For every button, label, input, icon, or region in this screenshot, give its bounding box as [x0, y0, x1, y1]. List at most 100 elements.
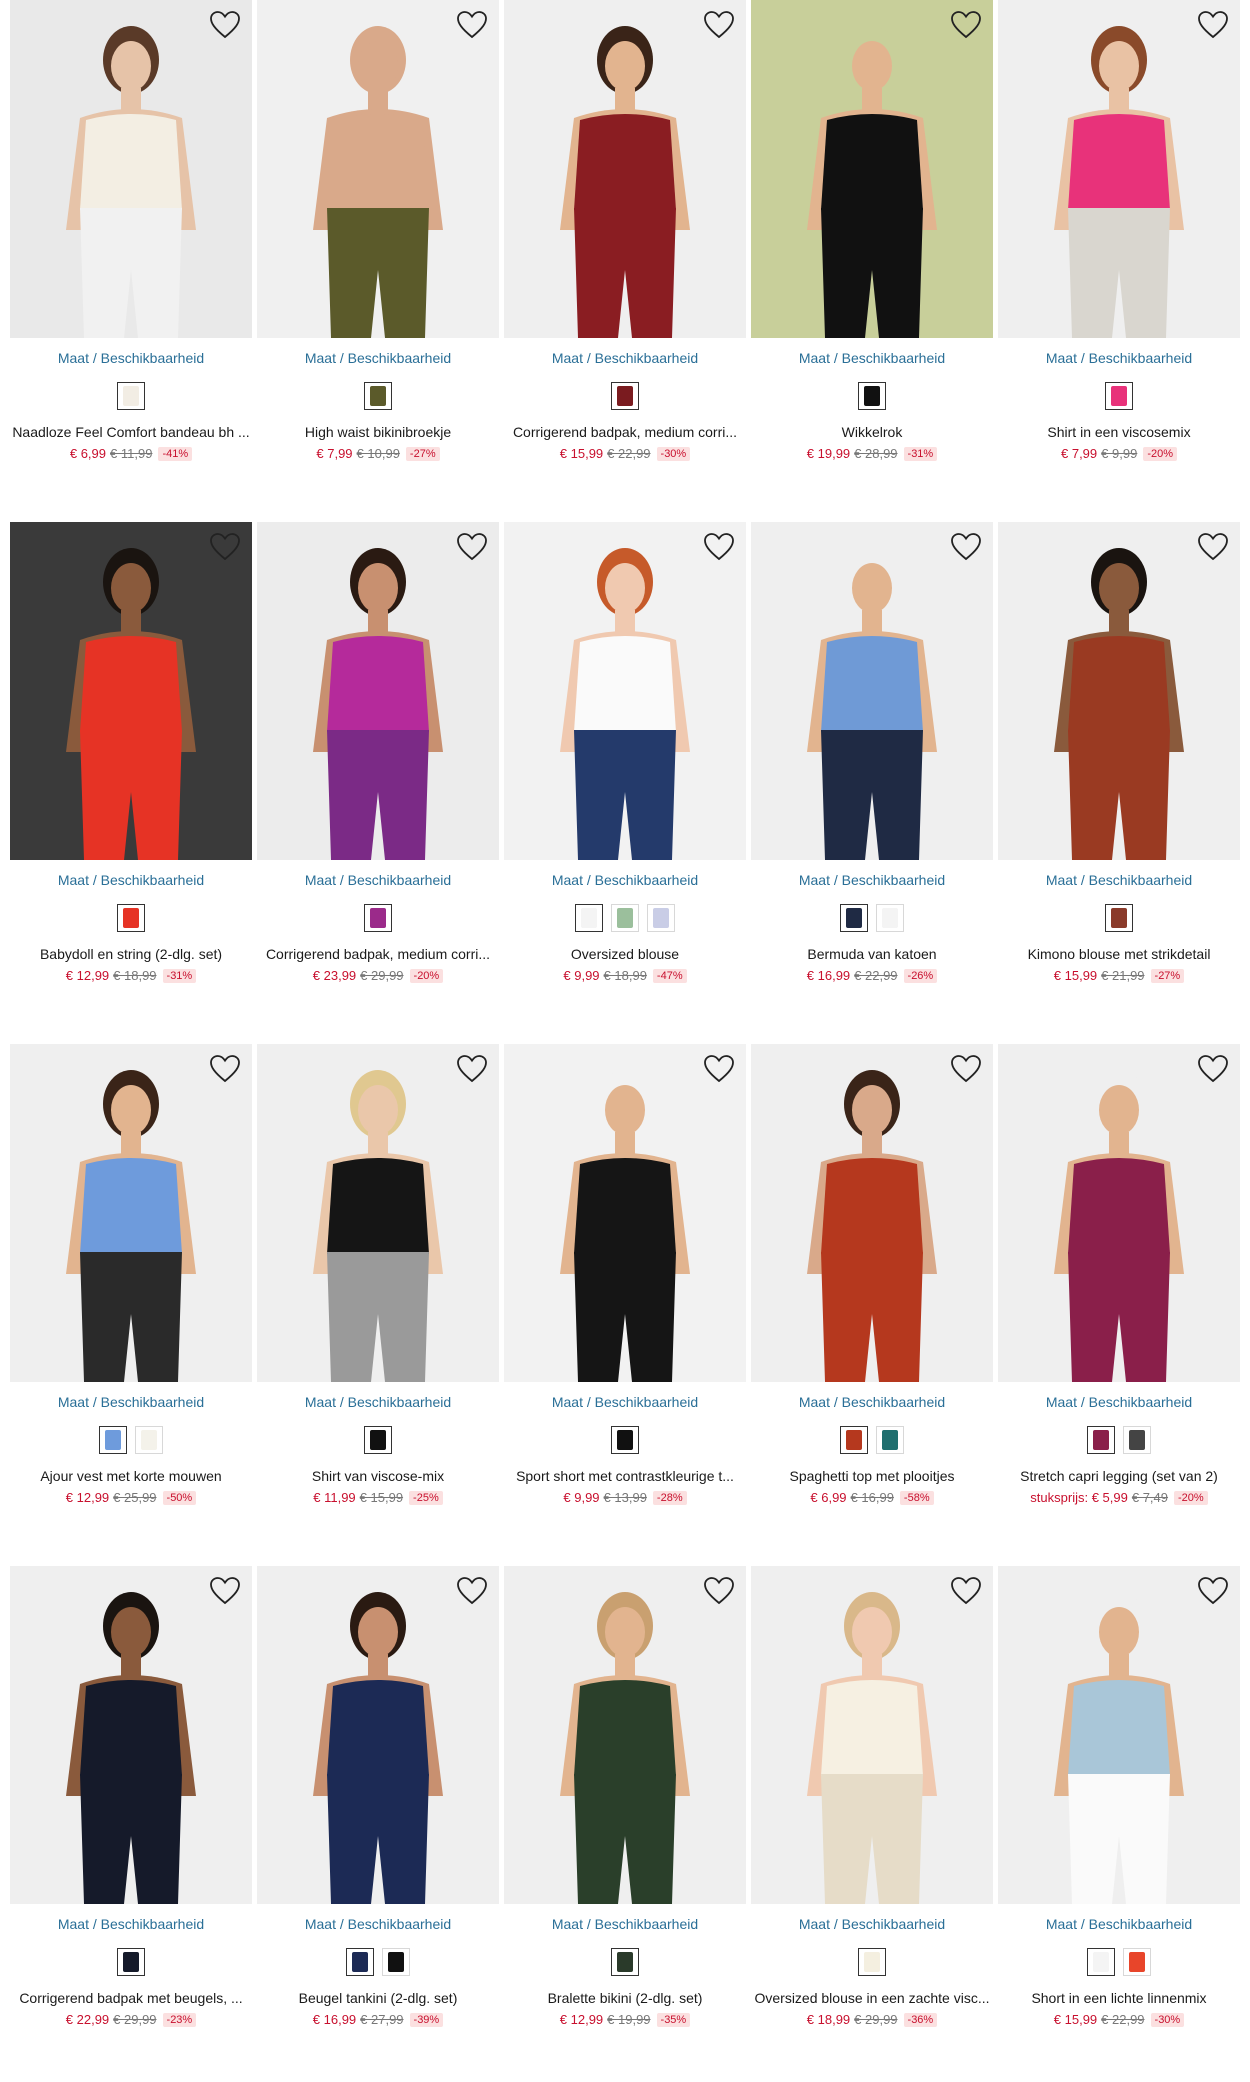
color-swatch[interactable] — [364, 904, 392, 932]
wishlist-heart-icon[interactable] — [455, 8, 489, 42]
product-image[interactable] — [10, 0, 252, 338]
product-card[interactable]: Maat / Beschikbaarheid Wikkelrok € 19,99… — [751, 0, 993, 470]
product-name[interactable]: Corrigerend badpak met beugels, ... — [10, 1990, 252, 2006]
product-image[interactable] — [504, 0, 746, 338]
color-swatch[interactable] — [117, 904, 145, 932]
product-image[interactable] — [751, 1566, 993, 1904]
wishlist-heart-icon[interactable] — [702, 8, 736, 42]
product-image[interactable] — [257, 0, 499, 338]
size-availability-link[interactable]: Maat / Beschikbaarheid — [10, 1916, 252, 1932]
product-card[interactable]: Maat / Beschikbaarheid Corrigerend badpa… — [504, 0, 746, 470]
color-swatch[interactable] — [1105, 382, 1133, 410]
product-name[interactable]: Kimono blouse met strikdetail — [998, 946, 1240, 962]
size-availability-link[interactable]: Maat / Beschikbaarheid — [10, 350, 252, 366]
product-name[interactable]: Oversized blouse in een zachte visc... — [751, 1990, 993, 2006]
product-card[interactable]: Maat / Beschikbaarheid Babydoll en strin… — [10, 522, 252, 992]
wishlist-heart-icon[interactable] — [949, 8, 983, 42]
product-name[interactable]: Short in een lichte linnenmix — [998, 1990, 1240, 2006]
wishlist-heart-icon[interactable] — [1196, 8, 1230, 42]
color-swatch[interactable] — [647, 904, 675, 932]
size-availability-link[interactable]: Maat / Beschikbaarheid — [751, 1394, 993, 1410]
wishlist-heart-icon[interactable] — [702, 530, 736, 564]
size-availability-link[interactable]: Maat / Beschikbaarheid — [10, 1394, 252, 1410]
color-swatch[interactable] — [1123, 1426, 1151, 1454]
size-availability-link[interactable]: Maat / Beschikbaarheid — [998, 350, 1240, 366]
size-availability-link[interactable]: Maat / Beschikbaarheid — [998, 1916, 1240, 1932]
color-swatch[interactable] — [1123, 1948, 1151, 1976]
color-swatch[interactable] — [876, 904, 904, 932]
color-swatch[interactable] — [611, 1426, 639, 1454]
product-card[interactable]: Maat / Beschikbaarheid Naadloze Feel Com… — [10, 0, 252, 470]
color-swatch[interactable] — [382, 1948, 410, 1976]
color-swatch[interactable] — [1105, 904, 1133, 932]
size-availability-link[interactable]: Maat / Beschikbaarheid — [504, 1916, 746, 1932]
size-availability-link[interactable]: Maat / Beschikbaarheid — [751, 872, 993, 888]
size-availability-link[interactable]: Maat / Beschikbaarheid — [257, 350, 499, 366]
size-availability-link[interactable]: Maat / Beschikbaarheid — [504, 1394, 746, 1410]
product-name[interactable]: Beugel tankini (2-dlg. set) — [257, 1990, 499, 2006]
product-image[interactable] — [10, 1566, 252, 1904]
product-card[interactable]: Maat / Beschikbaarheid Corrigerend badpa… — [257, 522, 499, 992]
product-name[interactable]: Ajour vest met korte mouwen — [10, 1468, 252, 1484]
wishlist-heart-icon[interactable] — [949, 530, 983, 564]
wishlist-heart-icon[interactable] — [208, 1574, 242, 1608]
product-name[interactable]: Stretch capri legging (set van 2) — [998, 1468, 1240, 1484]
product-image[interactable] — [504, 1044, 746, 1382]
product-image[interactable] — [504, 522, 746, 860]
product-name[interactable]: Corrigerend badpak, medium corri... — [504, 424, 746, 440]
wishlist-heart-icon[interactable] — [208, 1052, 242, 1086]
size-availability-link[interactable]: Maat / Beschikbaarheid — [257, 1394, 499, 1410]
product-card[interactable]: Maat / Beschikbaarheid Shirt van viscose… — [257, 1044, 499, 1514]
color-swatch[interactable] — [858, 382, 886, 410]
product-image[interactable] — [998, 1566, 1240, 1904]
size-availability-link[interactable]: Maat / Beschikbaarheid — [504, 872, 746, 888]
product-image[interactable] — [10, 522, 252, 860]
product-card[interactable]: Maat / Beschikbaarheid Ajour vest met ko… — [10, 1044, 252, 1514]
product-card[interactable]: Maat / Beschikbaarheid Spaghetti top met… — [751, 1044, 993, 1514]
color-swatch[interactable] — [840, 904, 868, 932]
color-swatch[interactable] — [135, 1426, 163, 1454]
wishlist-heart-icon[interactable] — [949, 1052, 983, 1086]
color-swatch[interactable] — [117, 382, 145, 410]
product-card[interactable]: Maat / Beschikbaarheid Shirt in een visc… — [998, 0, 1240, 470]
product-card[interactable]: Maat / Beschikbaarheid Bralette bikini (… — [504, 1566, 746, 2036]
product-card[interactable]: Maat / Beschikbaarheid Bermuda van katoe… — [751, 522, 993, 992]
product-name[interactable]: Bralette bikini (2-dlg. set) — [504, 1990, 746, 2006]
color-swatch[interactable] — [858, 1948, 886, 1976]
product-image[interactable] — [751, 1044, 993, 1382]
product-card[interactable]: Maat / Beschikbaarheid Stretch capri leg… — [998, 1044, 1240, 1514]
product-name[interactable]: Wikkelrok — [751, 424, 993, 440]
wishlist-heart-icon[interactable] — [1196, 1052, 1230, 1086]
size-availability-link[interactable]: Maat / Beschikbaarheid — [998, 1394, 1240, 1410]
product-name[interactable]: Shirt van viscose-mix — [257, 1468, 499, 1484]
product-image[interactable] — [257, 522, 499, 860]
wishlist-heart-icon[interactable] — [1196, 1574, 1230, 1608]
color-swatch[interactable] — [99, 1426, 127, 1454]
wishlist-heart-icon[interactable] — [702, 1052, 736, 1086]
product-image[interactable] — [504, 1566, 746, 1904]
wishlist-heart-icon[interactable] — [1196, 530, 1230, 564]
product-card[interactable]: Maat / Beschikbaarheid Short in een lich… — [998, 1566, 1240, 2036]
product-name[interactable]: Oversized blouse — [504, 946, 746, 962]
product-image[interactable] — [998, 0, 1240, 338]
wishlist-heart-icon[interactable] — [455, 1052, 489, 1086]
wishlist-heart-icon[interactable] — [702, 1574, 736, 1608]
product-name[interactable]: Bermuda van katoen — [751, 946, 993, 962]
wishlist-heart-icon[interactable] — [455, 530, 489, 564]
product-image[interactable] — [257, 1044, 499, 1382]
product-name[interactable]: Corrigerend badpak, medium corri... — [257, 946, 499, 962]
wishlist-heart-icon[interactable] — [455, 1574, 489, 1608]
product-name[interactable]: Shirt in een viscosemix — [998, 424, 1240, 440]
color-swatch[interactable] — [364, 1426, 392, 1454]
product-name[interactable]: Sport short met contrastkleurige t... — [504, 1468, 746, 1484]
product-image[interactable] — [257, 1566, 499, 1904]
product-name[interactable]: Naadloze Feel Comfort bandeau bh ... — [10, 424, 252, 440]
product-image[interactable] — [998, 1044, 1240, 1382]
product-name[interactable]: High waist bikinibroekje — [257, 424, 499, 440]
color-swatch[interactable] — [611, 904, 639, 932]
color-swatch[interactable] — [611, 1948, 639, 1976]
product-image[interactable] — [10, 1044, 252, 1382]
color-swatch[interactable] — [117, 1948, 145, 1976]
wishlist-heart-icon[interactable] — [208, 8, 242, 42]
product-card[interactable]: Maat / Beschikbaarheid Corrigerend badpa… — [10, 1566, 252, 2036]
